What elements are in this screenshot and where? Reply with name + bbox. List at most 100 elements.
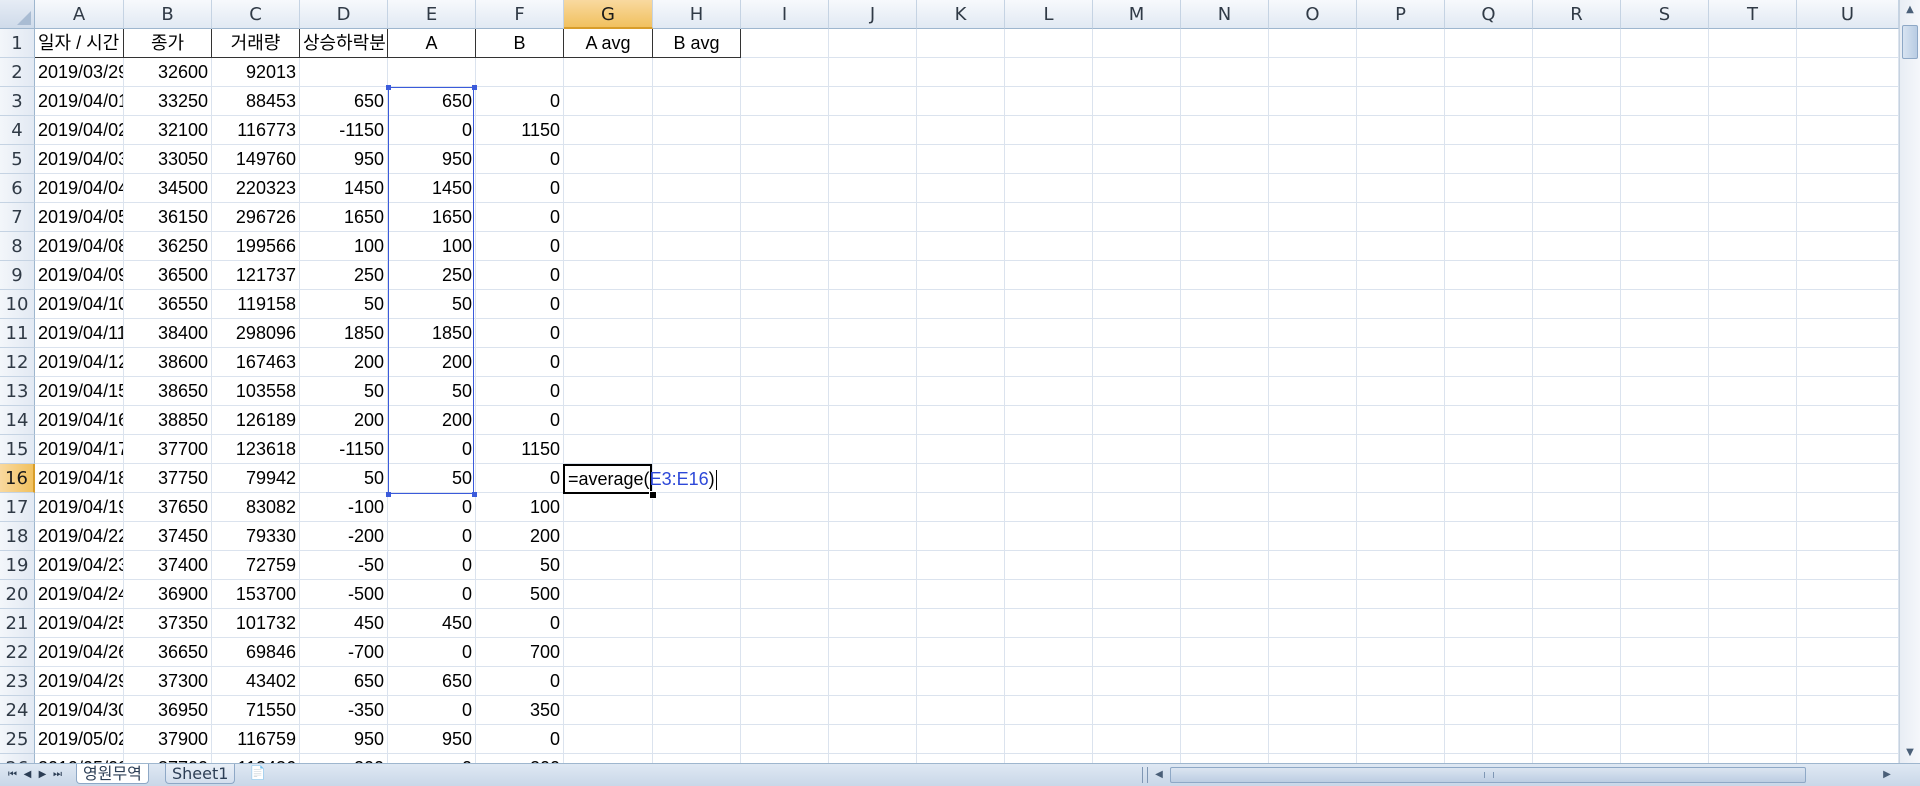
- cell-m1[interactable]: [1093, 29, 1181, 58]
- cell-h18[interactable]: [653, 522, 741, 551]
- cell-s11[interactable]: [1621, 319, 1709, 348]
- row-header-20[interactable]: 20: [0, 580, 35, 609]
- cell-p14[interactable]: [1357, 406, 1445, 435]
- cell-p25[interactable]: [1357, 725, 1445, 754]
- cell-j12[interactable]: [829, 348, 917, 377]
- cell-a3[interactable]: 2019/04/01: [35, 87, 124, 116]
- cell-t1[interactable]: [1709, 29, 1797, 58]
- cell-n26[interactable]: [1181, 754, 1269, 763]
- cell-p10[interactable]: [1357, 290, 1445, 319]
- cell-e16[interactable]: 50: [388, 464, 476, 493]
- range-handle-icon[interactable]: [472, 492, 477, 497]
- cell-q20[interactable]: [1445, 580, 1533, 609]
- cell-e21[interactable]: 450: [388, 609, 476, 638]
- cell-u13[interactable]: [1797, 377, 1899, 406]
- cell-e24[interactable]: 0: [388, 696, 476, 725]
- cell-c21[interactable]: 101732: [212, 609, 300, 638]
- cell-t12[interactable]: [1709, 348, 1797, 377]
- cell-i2[interactable]: [741, 58, 829, 87]
- cell-t25[interactable]: [1709, 725, 1797, 754]
- cell-i23[interactable]: [741, 667, 829, 696]
- cell-h26[interactable]: [653, 754, 741, 763]
- cell-i8[interactable]: [741, 232, 829, 261]
- row-header-16[interactable]: 16: [0, 464, 35, 493]
- cell-m14[interactable]: [1093, 406, 1181, 435]
- cell-u8[interactable]: [1797, 232, 1899, 261]
- cell-a26[interactable]: 2019/05/03: [35, 754, 124, 763]
- column-header-b[interactable]: B: [124, 0, 212, 29]
- cell-s5[interactable]: [1621, 145, 1709, 174]
- cell-e22[interactable]: 0: [388, 638, 476, 667]
- cell-i16[interactable]: [741, 464, 829, 493]
- cell-s6[interactable]: [1621, 174, 1709, 203]
- cell-k21[interactable]: [917, 609, 1005, 638]
- cell-b7[interactable]: 36150: [124, 203, 212, 232]
- cell-o1[interactable]: [1269, 29, 1357, 58]
- cell-p13[interactable]: [1357, 377, 1445, 406]
- cell-d23[interactable]: 650: [300, 667, 388, 696]
- cell-c9[interactable]: 121737: [212, 261, 300, 290]
- cell-q16[interactable]: [1445, 464, 1533, 493]
- cell-a16[interactable]: 2019/04/18: [35, 464, 124, 493]
- cell-l24[interactable]: [1005, 696, 1093, 725]
- cell-t3[interactable]: [1709, 87, 1797, 116]
- column-header-c[interactable]: C: [212, 0, 300, 29]
- cell-i6[interactable]: [741, 174, 829, 203]
- column-header-t[interactable]: T: [1709, 0, 1797, 29]
- cell-a14[interactable]: 2019/04/16: [35, 406, 124, 435]
- cell-k3[interactable]: [917, 87, 1005, 116]
- cell-b22[interactable]: 36650: [124, 638, 212, 667]
- insert-sheet-icon[interactable]: 📄: [246, 765, 270, 783]
- cell-t10[interactable]: [1709, 290, 1797, 319]
- cell-l1[interactable]: [1005, 29, 1093, 58]
- cell-m17[interactable]: [1093, 493, 1181, 522]
- cell-t11[interactable]: [1709, 319, 1797, 348]
- cell-c19[interactable]: 72759: [212, 551, 300, 580]
- cell-m7[interactable]: [1093, 203, 1181, 232]
- cell-c17[interactable]: 83082: [212, 493, 300, 522]
- cell-r8[interactable]: [1533, 232, 1621, 261]
- cell-i19[interactable]: [741, 551, 829, 580]
- cell-e19[interactable]: 0: [388, 551, 476, 580]
- cell-n13[interactable]: [1181, 377, 1269, 406]
- cell-h15[interactable]: [653, 435, 741, 464]
- cell-l11[interactable]: [1005, 319, 1093, 348]
- cell-h20[interactable]: [653, 580, 741, 609]
- cell-o6[interactable]: [1269, 174, 1357, 203]
- cell-i22[interactable]: [741, 638, 829, 667]
- cell-o26[interactable]: [1269, 754, 1357, 763]
- next-sheet-icon[interactable]: ▶: [36, 767, 49, 783]
- cell-s15[interactable]: [1621, 435, 1709, 464]
- cell-c22[interactable]: 69846: [212, 638, 300, 667]
- cell-p12[interactable]: [1357, 348, 1445, 377]
- cell-t4[interactable]: [1709, 116, 1797, 145]
- cell-q15[interactable]: [1445, 435, 1533, 464]
- cell-d7[interactable]: 1650: [300, 203, 388, 232]
- cell-m20[interactable]: [1093, 580, 1181, 609]
- cell-q7[interactable]: [1445, 203, 1533, 232]
- cell-i12[interactable]: [741, 348, 829, 377]
- cell-g4[interactable]: [564, 116, 653, 145]
- cell-r7[interactable]: [1533, 203, 1621, 232]
- cell-l17[interactable]: [1005, 493, 1093, 522]
- cell-h25[interactable]: [653, 725, 741, 754]
- cell-r20[interactable]: [1533, 580, 1621, 609]
- cell-e5[interactable]: 950: [388, 145, 476, 174]
- cell-b23[interactable]: 37300: [124, 667, 212, 696]
- cell-e8[interactable]: 100: [388, 232, 476, 261]
- cell-q12[interactable]: [1445, 348, 1533, 377]
- cell-h4[interactable]: [653, 116, 741, 145]
- cell-k16[interactable]: [917, 464, 1005, 493]
- cell-j26[interactable]: [829, 754, 917, 763]
- cell-d22[interactable]: -700: [300, 638, 388, 667]
- cell-r17[interactable]: [1533, 493, 1621, 522]
- cell-n24[interactable]: [1181, 696, 1269, 725]
- cell-j15[interactable]: [829, 435, 917, 464]
- cell-t24[interactable]: [1709, 696, 1797, 725]
- column-header-k[interactable]: K: [917, 0, 1005, 29]
- cell-d5[interactable]: 950: [300, 145, 388, 174]
- cell-c12[interactable]: 167463: [212, 348, 300, 377]
- cell-o5[interactable]: [1269, 145, 1357, 174]
- row-header-18[interactable]: 18: [0, 522, 35, 551]
- cell-e18[interactable]: 0: [388, 522, 476, 551]
